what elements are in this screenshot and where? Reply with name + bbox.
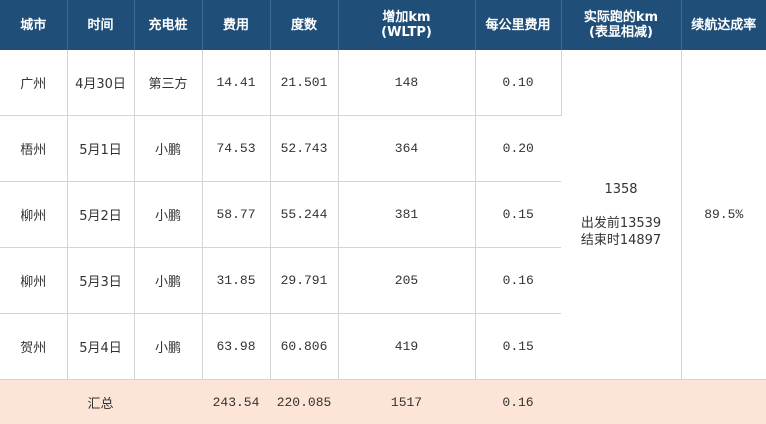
cell-cost: 74.53 bbox=[202, 115, 271, 182]
total-cost-per-km: 0.16 bbox=[475, 379, 562, 424]
cell-date: 5月3日 bbox=[67, 247, 135, 314]
actual-km-start: 出发前13539 bbox=[580, 215, 662, 231]
cell-charger: 小鹏 bbox=[134, 115, 203, 182]
cell-added-km: 381 bbox=[338, 181, 476, 248]
cell-cost-per-km: 0.20 bbox=[475, 115, 561, 182]
cell-charger: 小鹏 bbox=[134, 247, 203, 314]
cell-date: 5月1日 bbox=[67, 115, 135, 182]
header-time: 时间 bbox=[67, 0, 135, 50]
total-label: 汇总 bbox=[67, 379, 135, 424]
cell-charger: 小鹏 bbox=[134, 313, 203, 380]
cell-cost: 31.85 bbox=[202, 247, 271, 314]
header-added-km: 增加km (WLTP) bbox=[338, 0, 476, 50]
total-cost: 243.54 bbox=[202, 379, 271, 424]
cell-range-rate: 89.5% bbox=[681, 50, 766, 380]
header-charger: 充电桩 bbox=[134, 0, 203, 50]
cell-charger: 小鹏 bbox=[134, 181, 203, 248]
cell-cost-per-km: 0.15 bbox=[475, 313, 561, 380]
cell-cost-per-km: 0.16 bbox=[475, 247, 561, 314]
header-kwh: 度数 bbox=[270, 0, 339, 50]
header-actual-km-line1: 实际跑的km bbox=[583, 10, 659, 25]
cell-kwh: 55.244 bbox=[270, 181, 339, 248]
header-actual-km: 实际跑的km (表显相减) bbox=[561, 0, 682, 50]
cell-kwh: 21.501 bbox=[270, 50, 339, 116]
header-cost-per-km: 每公里费用 bbox=[475, 0, 562, 50]
header-city: 城市 bbox=[0, 0, 68, 50]
actual-km-value: 1358 bbox=[604, 181, 638, 197]
cell-cost: 58.77 bbox=[202, 181, 271, 248]
cell-city: 贺州 bbox=[0, 313, 68, 380]
header-cost: 费用 bbox=[202, 0, 271, 50]
cell-added-km: 419 bbox=[338, 313, 476, 380]
cell-actual-km: 1358 出发前13539 结束时14897 bbox=[561, 50, 682, 380]
cell-charger: 第三方 bbox=[134, 50, 203, 116]
cell-added-km: 364 bbox=[338, 115, 476, 182]
header-row: 城市 时间 充电桩 费用 度数 增加km (WLTP) 每公里费用 实际跑的km… bbox=[0, 0, 766, 50]
cell-cost: 14.41 bbox=[202, 50, 271, 116]
total-empty-actual bbox=[561, 379, 682, 424]
cell-city: 梧州 bbox=[0, 115, 68, 182]
ev-trip-table: 城市 时间 充电桩 费用 度数 增加km (WLTP) 每公里费用 实际跑的km… bbox=[0, 0, 766, 424]
total-empty-charger bbox=[134, 379, 203, 424]
total-row: 汇总 243.54 220.085 1517 0.16 bbox=[0, 379, 766, 424]
table-row: 广州 4月30日 第三方 14.41 21.501 148 0.10 1358 … bbox=[0, 50, 766, 380]
cell-cost-per-km: 0.15 bbox=[475, 181, 561, 248]
cell-added-km: 148 bbox=[338, 50, 476, 116]
cell-kwh: 60.806 bbox=[270, 313, 339, 380]
cell-date: 4月30日 bbox=[67, 50, 135, 116]
cell-date: 5月4日 bbox=[67, 313, 135, 380]
total-added-km: 1517 bbox=[338, 379, 476, 424]
cell-cost: 63.98 bbox=[202, 313, 271, 380]
total-empty-city bbox=[0, 379, 68, 424]
header-added-km-line1: 增加km bbox=[382, 10, 431, 25]
header-actual-km-line2: (表显相减) bbox=[589, 25, 653, 40]
cell-city: 柳州 bbox=[0, 181, 68, 248]
cell-date: 5月2日 bbox=[67, 181, 135, 248]
total-empty-rate bbox=[681, 379, 766, 424]
header-range-rate: 续航达成率 bbox=[681, 0, 766, 50]
cell-added-km: 205 bbox=[338, 247, 476, 314]
actual-km-end: 结束时14897 bbox=[580, 232, 662, 248]
cell-city: 广州 bbox=[0, 50, 68, 116]
cell-city: 柳州 bbox=[0, 247, 68, 314]
cell-kwh: 52.743 bbox=[270, 115, 339, 182]
total-kwh: 220.085 bbox=[270, 379, 339, 424]
header-added-km-line2: (WLTP) bbox=[381, 25, 432, 40]
cell-cost-per-km: 0.10 bbox=[475, 50, 562, 116]
cell-kwh: 29.791 bbox=[270, 247, 339, 314]
